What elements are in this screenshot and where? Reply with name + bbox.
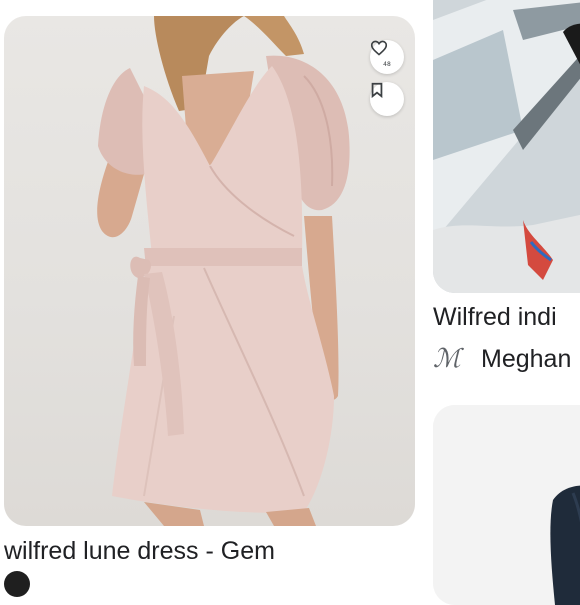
source-row[interactable]: ℳ Meghan [433, 342, 580, 376]
heart-outline-icon [370, 40, 388, 56]
save-button[interactable] [370, 82, 404, 116]
result-card-image[interactable] [433, 405, 580, 605]
street-photo [433, 0, 580, 293]
result-title[interactable]: Wilfred indi [433, 301, 580, 333]
bookmark-icon [371, 82, 383, 98]
result-photo [433, 405, 580, 605]
heart-count: 48 [383, 61, 391, 68]
source-logo-icon: ℳ [433, 344, 461, 374]
source-avatar [4, 571, 30, 597]
source-name: Meghan [481, 344, 572, 373]
dress-photo [97, 16, 350, 526]
result-card-image-wilfred-lune-dress[interactable]: 48 [4, 16, 415, 526]
heart-button[interactable]: 48 [370, 40, 404, 74]
result-card-image-wilfred-indi[interactable] [433, 0, 580, 293]
result-title[interactable]: wilfred lune dress - Gem [4, 535, 424, 567]
